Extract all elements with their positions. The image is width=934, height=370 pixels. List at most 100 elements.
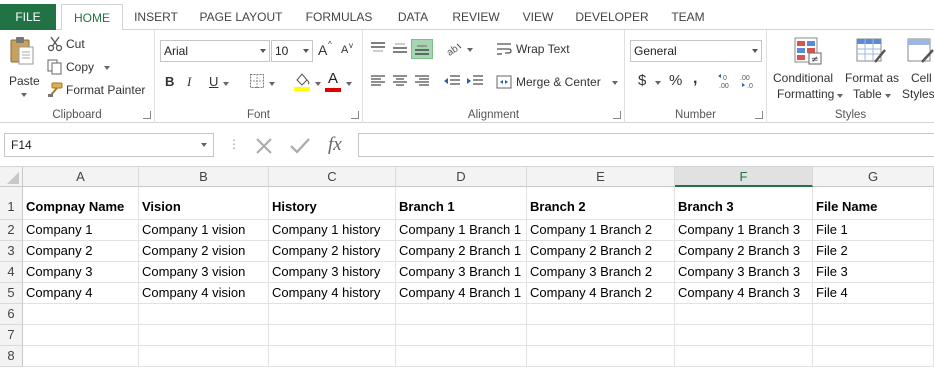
cell-d4[interactable]: Company 3 Branch 1 xyxy=(396,262,527,283)
insert-function-button[interactable]: fx xyxy=(328,134,342,156)
cell-d7[interactable] xyxy=(396,325,527,346)
number-launcher-icon[interactable] xyxy=(755,111,763,119)
underline-dropdown-icon[interactable] xyxy=(223,82,229,86)
row-header-7[interactable]: 7 xyxy=(0,325,23,346)
cell-a4[interactable]: Company 3 xyxy=(23,262,139,283)
cell-g5[interactable]: File 4 xyxy=(813,283,934,304)
cell-c5[interactable]: Company 4 history xyxy=(269,283,396,304)
cell-c7[interactable] xyxy=(269,325,396,346)
fill-color-icon[interactable] xyxy=(293,71,311,91)
fill-color-dropdown-icon[interactable] xyxy=(315,82,321,86)
cell-f6[interactable] xyxy=(675,304,813,325)
column-header-b[interactable]: B xyxy=(139,167,269,187)
cell-b6[interactable] xyxy=(139,304,269,325)
cell-f7[interactable] xyxy=(675,325,813,346)
align-top-icon[interactable] xyxy=(370,41,386,55)
merge-dropdown-icon[interactable] xyxy=(612,81,618,85)
row-header-1[interactable]: 1 xyxy=(0,187,23,220)
tab-review[interactable]: REVIEW xyxy=(446,4,506,30)
tab-page-layout[interactable]: PAGE LAYOUT xyxy=(190,4,292,30)
cell-f3[interactable]: Company 2 Branch 3 xyxy=(675,241,813,262)
decrease-indent-icon[interactable] xyxy=(443,74,461,88)
font-size-combo[interactable]: 10 xyxy=(271,40,313,62)
orientation-icon[interactable]: ab xyxy=(445,40,463,56)
format-painter-button[interactable]: Format Painter xyxy=(47,81,151,99)
clipboard-launcher-icon[interactable] xyxy=(143,111,151,119)
cell-a2[interactable]: Company 1 xyxy=(23,220,139,241)
align-bottom-button[interactable] xyxy=(411,39,433,59)
cell-g8[interactable] xyxy=(813,346,934,367)
align-center-icon[interactable] xyxy=(392,74,408,88)
cell-a8[interactable] xyxy=(23,346,139,367)
cell-b4[interactable]: Company 3 vision xyxy=(139,262,269,283)
cell-b2[interactable]: Company 1 vision xyxy=(139,220,269,241)
paste-dropdown-icon[interactable] xyxy=(21,93,27,97)
cell-c4[interactable]: Company 3 history xyxy=(269,262,396,283)
cell-f4[interactable]: Company 3 Branch 3 xyxy=(675,262,813,283)
cell-b3[interactable]: Company 2 vision xyxy=(139,241,269,262)
cell-styles-button[interactable]: Cell Styles xyxy=(900,34,934,102)
cell-f2[interactable]: Company 1 Branch 3 xyxy=(675,220,813,241)
column-header-c[interactable]: C xyxy=(269,167,396,187)
grow-font-button[interactable]: A ^ xyxy=(318,40,334,60)
column-header-g[interactable]: G xyxy=(813,167,934,187)
align-left-icon[interactable] xyxy=(370,74,386,88)
cell-g4[interactable]: File 3 xyxy=(813,262,934,283)
cell-e4[interactable]: Company 3 Branch 2 xyxy=(527,262,675,283)
font-name-combo[interactable]: Arial xyxy=(160,40,270,62)
cell-e2[interactable]: Company 1 Branch 2 xyxy=(527,220,675,241)
cell-d8[interactable] xyxy=(396,346,527,367)
cell-a1[interactable]: Compnay Name xyxy=(23,187,139,220)
row-header-5[interactable]: 5 xyxy=(0,283,23,304)
currency-button[interactable]: $ xyxy=(638,72,646,89)
column-header-e[interactable]: E xyxy=(527,167,675,187)
cell-a6[interactable] xyxy=(23,304,139,325)
tab-developer[interactable]: DEVELOPER xyxy=(570,4,654,30)
comma-style-button[interactable]: , xyxy=(693,70,697,88)
cell-e6[interactable] xyxy=(527,304,675,325)
italic-button[interactable]: I xyxy=(187,74,191,90)
column-header-d[interactable]: D xyxy=(396,167,527,187)
conditional-formatting-button[interactable]: ≠ Conditional Formatting xyxy=(771,34,843,102)
align-middle-icon[interactable] xyxy=(392,41,408,55)
enter-formula-icon[interactable] xyxy=(289,136,311,156)
underline-button[interactable]: U xyxy=(209,74,218,89)
cell-g7[interactable] xyxy=(813,325,934,346)
cell-g1[interactable]: File Name xyxy=(813,187,934,220)
name-box[interactable]: F14 xyxy=(4,133,214,157)
format-as-table-button[interactable]: Format as Table xyxy=(845,34,899,102)
cell-e3[interactable]: Company 2 Branch 2 xyxy=(527,241,675,262)
shrink-font-button[interactable]: Av xyxy=(341,41,357,62)
cancel-formula-icon[interactable] xyxy=(254,136,274,156)
percent-button[interactable]: % xyxy=(669,72,682,89)
cell-e5[interactable]: Company 4 Branch 2 xyxy=(527,283,675,304)
borders-dropdown-icon[interactable] xyxy=(269,82,275,86)
cell-f8[interactable] xyxy=(675,346,813,367)
cell-g6[interactable] xyxy=(813,304,934,325)
cell-c1[interactable]: History xyxy=(269,187,396,220)
cell-c8[interactable] xyxy=(269,346,396,367)
copy-dropdown-icon[interactable] xyxy=(104,66,110,70)
wrap-text-button[interactable]: Wrap Text xyxy=(496,40,576,58)
align-right-icon[interactable] xyxy=(414,74,430,88)
cell-d2[interactable]: Company 1 Branch 1 xyxy=(396,220,527,241)
tab-team[interactable]: TEAM xyxy=(660,4,716,30)
select-all-corner[interactable] xyxy=(0,167,23,187)
row-header-8[interactable]: 8 xyxy=(0,346,23,367)
cell-e7[interactable] xyxy=(527,325,675,346)
cell-g3[interactable]: File 2 xyxy=(813,241,934,262)
font-launcher-icon[interactable] xyxy=(351,111,359,119)
cell-e8[interactable] xyxy=(527,346,675,367)
tab-formulas[interactable]: FORMULAS xyxy=(298,4,380,30)
borders-icon[interactable] xyxy=(249,73,265,89)
cell-d5[interactable]: Company 4 Branch 1 xyxy=(396,283,527,304)
number-format-combo[interactable]: General xyxy=(630,40,762,62)
row-header-4[interactable]: 4 xyxy=(0,262,23,283)
cell-g2[interactable]: File 1 xyxy=(813,220,934,241)
merge-center-button[interactable]: Merge & Center xyxy=(496,73,620,91)
paste-button[interactable]: Paste xyxy=(4,34,40,100)
orientation-dropdown-icon[interactable] xyxy=(467,48,473,52)
increase-decimal-icon[interactable]: 0 .00 xyxy=(717,73,735,89)
currency-dropdown-icon[interactable] xyxy=(655,81,661,85)
copy-button[interactable]: Copy xyxy=(47,58,119,76)
